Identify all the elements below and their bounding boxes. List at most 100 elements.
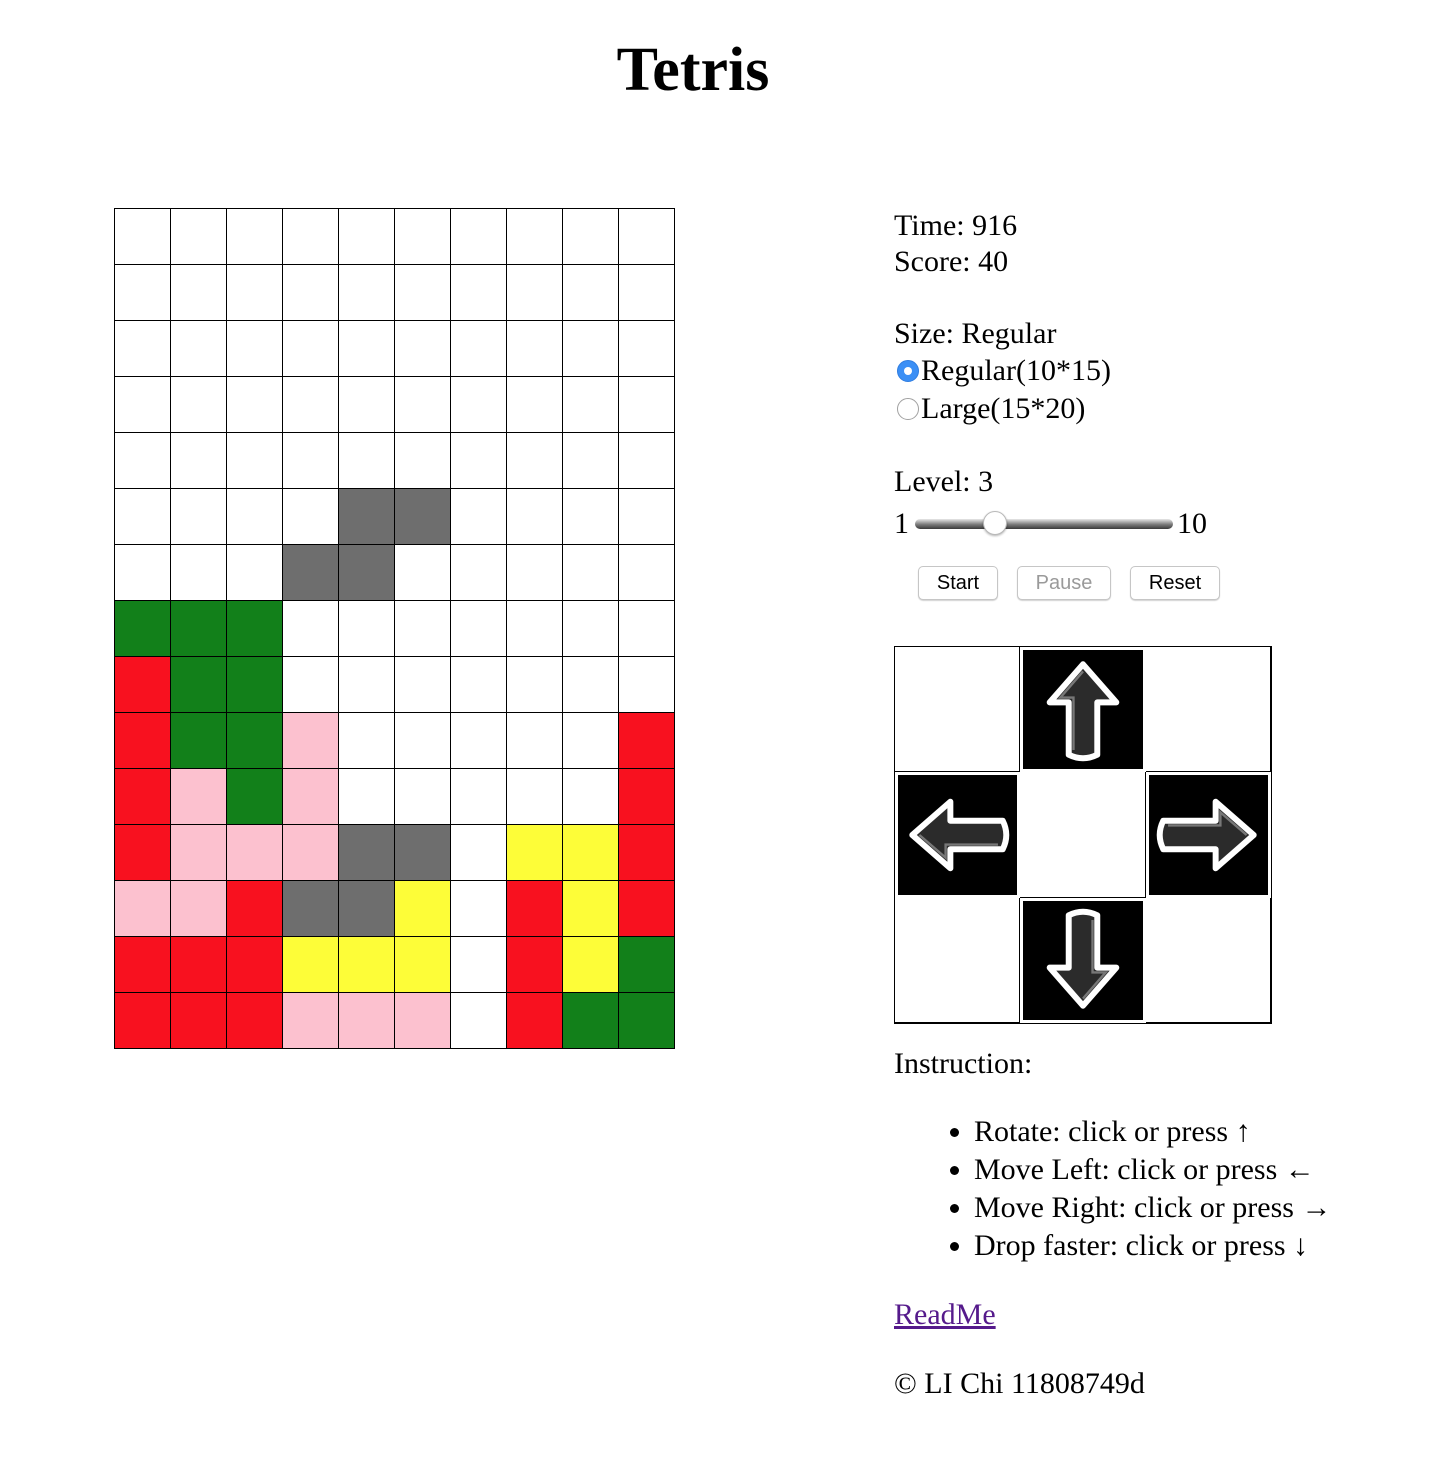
readme-link[interactable]: ReadMe bbox=[894, 1297, 996, 1333]
board-cell-filled bbox=[171, 881, 227, 937]
board-cell-empty bbox=[115, 321, 171, 377]
board-cell-empty bbox=[283, 433, 339, 489]
move-left-button[interactable] bbox=[895, 772, 1020, 898]
board-cell-filled bbox=[171, 713, 227, 769]
board-cell-empty bbox=[171, 377, 227, 433]
board-cell-empty bbox=[507, 321, 563, 377]
instruction-heading: Instruction: bbox=[894, 1047, 1033, 1080]
size-option-large[interactable]: Large(15*20) bbox=[894, 390, 1111, 428]
board-cell-empty bbox=[563, 713, 619, 769]
game-board[interactable] bbox=[114, 208, 675, 1049]
pause-button[interactable]: Pause bbox=[1017, 566, 1111, 600]
board-cell-empty bbox=[563, 601, 619, 657]
board-cell-filled bbox=[339, 825, 395, 881]
board-cell-empty bbox=[619, 489, 675, 545]
board-cell-filled bbox=[171, 601, 227, 657]
board-cell-empty bbox=[451, 321, 507, 377]
board-cell-filled bbox=[619, 769, 675, 825]
board-cell-empty bbox=[451, 209, 507, 265]
board-cell-empty bbox=[619, 545, 675, 601]
board-cell-empty bbox=[227, 377, 283, 433]
board-cell-filled bbox=[115, 657, 171, 713]
start-button[interactable]: Start bbox=[918, 566, 998, 600]
board-cell-filled bbox=[395, 993, 451, 1049]
dpad-empty-cell bbox=[895, 647, 1020, 772]
board-cell-filled bbox=[283, 993, 339, 1049]
level-slider[interactable] bbox=[915, 511, 1173, 535]
score-display: Score: 40 bbox=[894, 245, 1009, 278]
time-display: Time: 916 bbox=[894, 209, 1018, 242]
dpad-center-cell bbox=[1020, 772, 1146, 898]
instruction-item: Drop faster: click or press ↓ bbox=[974, 1227, 1331, 1265]
board-cell-empty bbox=[451, 377, 507, 433]
board-cell-empty bbox=[507, 377, 563, 433]
board-cell-empty bbox=[395, 321, 451, 377]
board-cell-empty bbox=[283, 321, 339, 377]
board-cell-filled bbox=[227, 993, 283, 1049]
level-slider-thumb[interactable] bbox=[983, 511, 1007, 535]
board-cell-filled bbox=[507, 881, 563, 937]
board-cell-empty bbox=[619, 601, 675, 657]
board-cell-empty bbox=[339, 209, 395, 265]
board-cell-empty bbox=[451, 265, 507, 321]
board-cell-empty bbox=[507, 433, 563, 489]
board-cell-filled bbox=[563, 881, 619, 937]
board-cell-empty bbox=[395, 769, 451, 825]
board-cell-filled bbox=[339, 937, 395, 993]
board-cell-empty bbox=[395, 265, 451, 321]
board-cell-empty bbox=[619, 377, 675, 433]
board-cell-empty bbox=[339, 321, 395, 377]
board-cell-empty bbox=[171, 489, 227, 545]
board-cell-empty bbox=[563, 377, 619, 433]
board-cell-empty bbox=[395, 209, 451, 265]
board-cell-empty bbox=[115, 545, 171, 601]
drop-faster-button[interactable] bbox=[1020, 898, 1146, 1023]
board-cell-filled bbox=[171, 657, 227, 713]
board-cell-empty bbox=[619, 433, 675, 489]
size-radio-large[interactable] bbox=[897, 398, 919, 420]
board-cell-empty bbox=[507, 545, 563, 601]
board-cell-filled bbox=[563, 993, 619, 1049]
arrow-left-icon bbox=[909, 798, 1010, 872]
board-cell-empty bbox=[395, 377, 451, 433]
board-cell-filled bbox=[619, 825, 675, 881]
board-cell-filled bbox=[115, 993, 171, 1049]
board-cell-empty bbox=[227, 209, 283, 265]
reset-button[interactable]: Reset bbox=[1130, 566, 1220, 600]
board-cell-empty bbox=[563, 209, 619, 265]
size-option-regular[interactable]: Regular(10*15) bbox=[894, 352, 1111, 390]
board-cell-filled bbox=[227, 713, 283, 769]
board-cell-empty bbox=[395, 433, 451, 489]
board-cell-empty bbox=[339, 265, 395, 321]
size-radio-regular[interactable] bbox=[897, 360, 919, 382]
move-right-button[interactable] bbox=[1146, 772, 1271, 898]
board-cell-filled bbox=[227, 769, 283, 825]
board-cell-empty bbox=[339, 769, 395, 825]
level-slider-row: 1 10 bbox=[894, 506, 1207, 542]
board-cell-empty bbox=[283, 209, 339, 265]
board-cell-filled bbox=[227, 601, 283, 657]
board-cell-filled bbox=[115, 937, 171, 993]
arrow-up-icon bbox=[1046, 661, 1120, 762]
rotate-button[interactable] bbox=[1020, 647, 1146, 772]
board-cell-empty bbox=[395, 545, 451, 601]
board-cell-empty bbox=[171, 433, 227, 489]
board-cell-filled bbox=[563, 825, 619, 881]
board-cell-empty bbox=[563, 321, 619, 377]
board-cell-empty bbox=[395, 601, 451, 657]
board-cell-empty bbox=[451, 993, 507, 1049]
size-option-large-label: Large(15*20) bbox=[921, 392, 1086, 425]
stats-panel: Time: 916 Score: 40 bbox=[894, 208, 1017, 280]
board-cell-filled bbox=[283, 937, 339, 993]
board-cell-empty bbox=[507, 489, 563, 545]
board-cell-filled bbox=[227, 937, 283, 993]
board-cell-empty bbox=[339, 713, 395, 769]
board-cell-empty bbox=[451, 657, 507, 713]
board-cell-empty bbox=[339, 377, 395, 433]
board-cell-empty bbox=[619, 265, 675, 321]
board-cell-filled bbox=[283, 545, 339, 601]
board-cell-filled bbox=[339, 489, 395, 545]
board-cell-filled bbox=[227, 825, 283, 881]
board-cell-filled bbox=[339, 993, 395, 1049]
board-cell-empty bbox=[227, 489, 283, 545]
